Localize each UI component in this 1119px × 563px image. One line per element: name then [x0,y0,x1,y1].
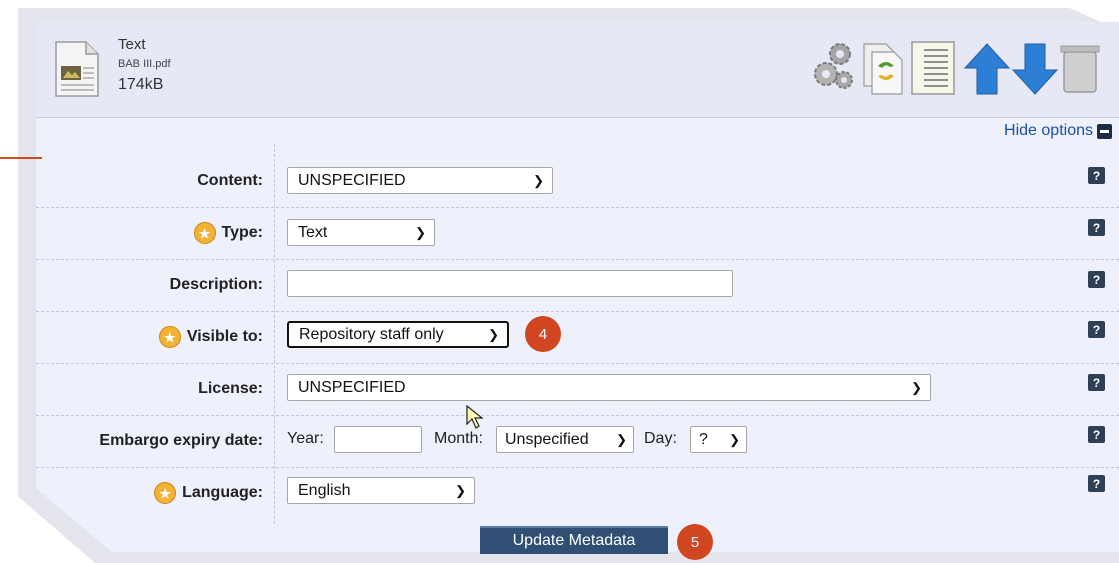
type-select[interactable]: Text ❯ [287,219,435,246]
help-icon[interactable]: ? [1088,167,1105,184]
year-label: Year: [287,430,324,447]
field-row-language: ★ Language: English ❯ ? [36,467,1119,519]
visible-to-label: ★ Visible to: [158,311,263,363]
file-name[interactable]: BAB III.pdf [118,58,171,70]
license-label: License: [198,380,263,397]
visible-to-select-value: Repository staff only [299,325,444,343]
language-select-value: English [298,481,351,499]
pdf-file-icon [55,41,99,97]
chevron-down-icon: ❯ [533,172,544,188]
field-row-license: License: UNSPECIFIED ❯ ? [36,363,1119,416]
description-label: Description: [169,276,263,293]
help-icon[interactable]: ? [1088,475,1105,492]
language-label: ★ Language: [154,467,263,519]
field-row-embargo: Embargo expiry date: Year: Month: Unspec… [36,415,1119,468]
move-down-arrow-icon[interactable] [1010,40,1060,96]
language-select[interactable]: English ❯ [287,477,475,504]
type-select-value: Text [298,223,328,241]
hide-options-toggle[interactable]: Hide options [1004,122,1112,140]
month-label: Month: [434,430,483,447]
required-star-icon: ★ [158,326,181,348]
help-icon[interactable]: ? [1088,426,1105,443]
hide-options-label[interactable]: Hide options [1004,122,1093,140]
file-size: 174kB [118,76,164,93]
day-label: Day: [644,430,677,447]
day-select-value: ? [699,430,708,448]
collapse-icon[interactable] [1097,123,1112,139]
help-icon[interactable]: ? [1088,374,1105,391]
mouse-cursor-icon [466,404,484,429]
license-select[interactable]: UNSPECIFIED ❯ [287,374,931,401]
help-icon[interactable]: ? [1088,219,1105,236]
required-star-icon: ★ [154,482,177,504]
type-label: ★ Type: [193,207,263,259]
year-input[interactable] [334,426,422,453]
trash-icon[interactable] [1060,40,1100,96]
required-star-icon: ★ [193,222,216,244]
field-row-description: Description: ? [36,259,1119,312]
field-row-visible-to: ★ Visible to: Repository staff only ❯ 4 … [36,311,1119,364]
convert-document-icon[interactable] [860,40,904,96]
visible-to-select[interactable]: Repository staff only ❯ [287,321,509,348]
content-select-value: UNSPECIFIED [298,171,406,189]
content-label: Content: [197,172,263,189]
content-select[interactable]: UNSPECIFIED ❯ [287,167,553,194]
chevron-down-icon: ❯ [616,431,627,447]
file-type-title: Text [118,36,146,53]
gears-icon[interactable] [812,40,856,96]
month-select-value: Unspecified [505,430,589,448]
embargo-label: Embargo expiry date: [99,432,263,449]
text-lines-icon[interactable] [910,40,956,96]
day-select[interactable]: ? ❯ [690,426,747,453]
field-row-type: ★ Type: Text ❯ ? [36,207,1119,260]
update-metadata-button[interactable]: Update Metadata [480,526,668,554]
document-header [36,22,1119,118]
step-badge-5: 5 [677,524,713,560]
license-select-value: UNSPECIFIED [298,378,406,396]
chevron-down-icon: ❯ [415,224,426,240]
move-up-arrow-icon[interactable] [962,40,1012,96]
chevron-down-icon: ❯ [911,379,922,395]
description-input[interactable] [287,270,733,297]
chevron-down-icon: ❯ [488,326,499,342]
help-icon[interactable]: ? [1088,321,1105,338]
chevron-down-icon: ❯ [729,431,740,447]
step-badge-4: 4 [525,316,561,352]
month-select[interactable]: Unspecified ❯ [496,426,634,453]
chevron-down-icon: ❯ [455,482,466,498]
field-row-content: Content: UNSPECIFIED ❯ ? [36,155,1119,208]
help-icon[interactable]: ? [1088,271,1105,288]
